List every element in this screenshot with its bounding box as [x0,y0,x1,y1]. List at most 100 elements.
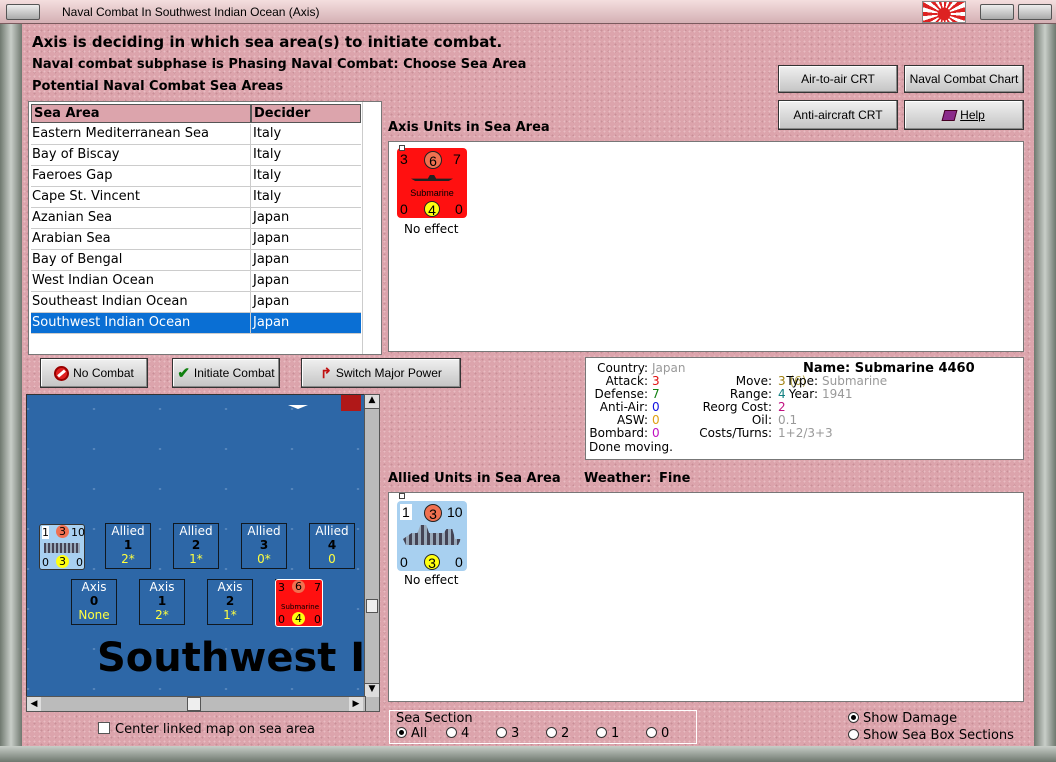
allied-sea-box[interactable]: Allied 1 2* [105,523,151,569]
table-row[interactable]: Faeroes Gap Italy [31,166,361,187]
help-label: Help [960,108,985,122]
land-marker [341,395,361,411]
sea-area-cell: Bay of Bengal [32,252,123,267]
sea-section-radio[interactable] [646,727,657,738]
oil-label: Oil: [751,413,772,427]
help-button[interactable]: Help [904,100,1024,130]
minimize-button[interactable] [980,4,1014,20]
show-damage-label: Show Damage [863,711,958,726]
no-combat-label: No Combat [73,366,134,380]
sea-section-option[interactable]: 2 [546,726,569,741]
scroll-right-icon[interactable]: ▶ [349,697,363,711]
allied-move-value: 3 [424,504,442,522]
table-row[interactable]: West Indian Ocean Japan [31,271,361,292]
table-row[interactable]: Cape St. Vincent Italy [31,187,361,208]
show-sea-box-option[interactable]: Show Sea Box Sections [848,728,1014,743]
sea-section-radio[interactable] [596,727,607,738]
sea-section-option[interactable]: 1 [596,726,619,741]
move-value: 6 [424,151,442,169]
show-damage-radio[interactable] [848,712,859,723]
sea-area-header[interactable]: Sea Area [31,104,251,123]
sea-section-radio[interactable] [446,727,457,738]
allied-sea-box[interactable]: Allied 4 0 [309,523,355,569]
bombard-value: 0 [652,426,660,440]
initiate-combat-button[interactable]: ✔ Initiate Combat [172,358,280,388]
scroll-left-icon[interactable]: ◀ [27,697,41,711]
naval-combat-window: Naval Combat In Southwest Indian Ocean (… [0,0,1056,762]
table-row[interactable]: Arabian Sea Japan [31,229,361,250]
decider-header[interactable]: Decider [251,104,361,123]
sea-section-group: Sea Section All 4 3 2 1 0 [389,710,697,744]
center-map-option[interactable]: Center linked map on sea area [98,722,315,737]
decider-cell: Italy [253,189,282,204]
rising-sun-flag-icon [922,1,966,23]
scroll-down-icon[interactable]: ▼ [365,683,379,697]
table-row[interactable]: Bay of Bengal Japan [31,250,361,271]
potential-areas-label: Potential Naval Combat Sea Areas [32,79,284,94]
table-row[interactable]: Eastern Mediterranean Sea Italy [31,124,361,145]
switch-major-power-button[interactable]: ↱ Switch Major Power [301,358,461,388]
system-menu-button[interactable] [6,4,40,20]
range-value: 4 [424,201,440,218]
center-map-checkbox[interactable] [98,722,110,734]
decider-cell: Italy [253,147,282,162]
show-sea-box-label: Show Sea Box Sections [863,728,1014,743]
done-moving-text: Done moving. [589,440,673,454]
map-horizontal-scrollbar[interactable]: ◀ ▶ [26,696,366,712]
horizontal-scroll-thumb[interactable] [187,697,201,711]
bombard-label: Bombard: [589,426,648,440]
axis-sea-box[interactable]: Axis 2 1* [207,579,253,625]
air-to-air-label: Air-to-air CRT [801,72,875,86]
window-title: Naval Combat In Southwest Indian Ocean (… [62,5,320,19]
sea-section-radio[interactable] [496,727,507,738]
table-row[interactable]: Azanian Sea Japan [31,208,361,229]
sea-section-radio[interactable] [396,727,407,738]
sea-section-option[interactable]: All [396,726,427,741]
sea-section-radio[interactable] [546,727,557,738]
sea-section-option[interactable]: 4 [446,726,469,741]
naval-combat-chart-button[interactable]: Naval Combat Chart [904,65,1024,93]
show-sea-box-radio[interactable] [848,729,859,740]
axis-sea-box[interactable]: Axis 0 None [71,579,117,625]
allied-sea-box[interactable]: Allied 3 0* [241,523,287,569]
map-axis-counter[interactable]: 3 6 7 Submarine 0 4 0 [275,579,323,627]
vertical-scroll-thumb[interactable] [366,599,378,613]
close-button[interactable] [1018,4,1052,20]
sea-box-map[interactable]: Allied 1 2* Allied 2 1* Allied 3 0* Allied 4 0 Axis… [26,394,380,712]
title-bar: Naval Combat In Southwest Indian Ocean (… [0,0,1056,24]
axis-sea-box[interactable]: Axis 1 2* [139,579,185,625]
center-map-label: Center linked map on sea area [115,722,315,737]
decider-cell: Japan [253,231,290,246]
anti-aircraft-crt-button[interactable]: Anti-aircraft CRT [778,100,898,130]
allied-aa-value: 0 [400,554,408,570]
table-row[interactable]: Bay of Biscay Italy [31,145,361,166]
air-to-air-crt-button[interactable]: Air-to-air CRT [778,65,898,93]
sea-area-cell: Faeroes Gap [32,168,113,183]
table-row[interactable]: Southeast Indian Ocean Japan [31,292,361,313]
no-combat-button[interactable]: No Combat [40,358,148,388]
subphase-text: Naval combat subphase is Phasing Naval C… [32,57,527,72]
country-value: Japan [652,361,686,375]
show-damage-option[interactable]: Show Damage [848,711,957,726]
range-label: Range: [729,387,772,401]
map-vertical-scrollbar[interactable]: ▲ ▼ [364,394,380,712]
no-entry-icon [54,365,70,381]
unit-type-text: Submarine [410,188,454,198]
map-allied-counter[interactable]: 1 3 10 0 3 0 [39,524,85,570]
table-row[interactable]: Southwest Indian Ocean Japan [31,313,361,334]
bottom-frame [0,746,1056,762]
allied-sea-box[interactable]: Allied 2 1* [173,523,219,569]
allied-asw-value: 0 [455,554,463,570]
type-label: Type: [786,374,818,388]
axis-submarine-counter[interactable]: 3 6 7 Submarine 0 4 0 [397,145,467,222]
scroll-up-icon[interactable]: ▲ [365,395,379,409]
reorg-cost-value: 2 [778,400,786,414]
status-heading: Axis is deciding in which sea area(s) to… [32,33,503,51]
allied-ship-counter[interactable]: 1 3 10 0 3 0 [397,493,467,575]
naval-chart-label: Naval Combat Chart [909,72,1019,86]
axis-unit-status: No effect [404,222,459,236]
decider-cell: Japan [253,210,290,225]
decider-cell: Italy [253,168,282,183]
sea-section-option[interactable]: 0 [646,726,669,741]
sea-section-option[interactable]: 3 [496,726,519,741]
